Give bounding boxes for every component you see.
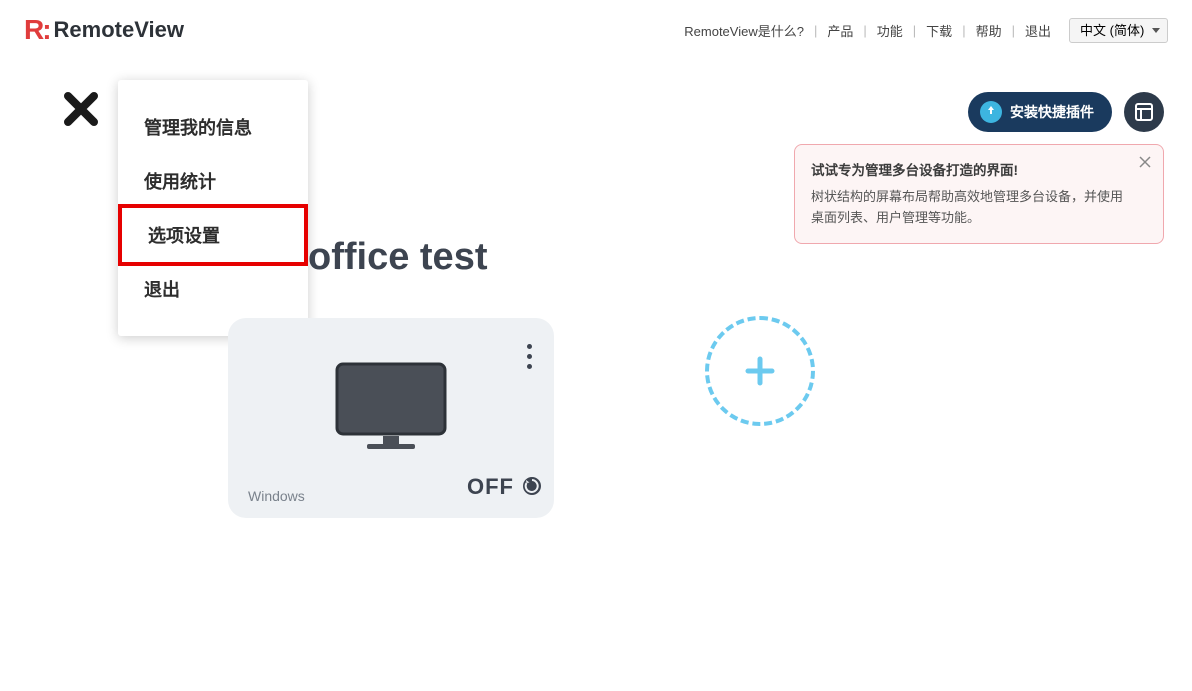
device-more-button[interactable] xyxy=(527,344,532,369)
nav-logout[interactable]: 退出 xyxy=(1025,21,1051,40)
logo[interactable]: R: RemoteView xyxy=(24,14,184,46)
nav-features[interactable]: 功能 xyxy=(877,21,903,40)
settings-dropdown: 管理我的信息 使用统计 选项设置 退出 xyxy=(118,80,308,336)
header: R: RemoteView RemoteView是什么?| 产品| 功能| 下载… xyxy=(0,0,1192,60)
install-plugin-label: 安装快捷插件 xyxy=(1010,102,1094,122)
nav-what-is[interactable]: RemoteView是什么? xyxy=(684,21,804,40)
dropdown-option-settings[interactable]: 选项设置 xyxy=(118,204,308,266)
dropdown-usage-stats[interactable]: 使用统计 xyxy=(118,154,308,208)
device-os-label: Windows xyxy=(248,488,305,504)
install-plugin-button[interactable]: 安装快捷插件 xyxy=(968,92,1112,132)
nav-product[interactable]: 产品 xyxy=(827,21,853,40)
layout-panel-button[interactable] xyxy=(1124,92,1164,132)
dropdown-manage-info[interactable]: 管理我的信息 xyxy=(118,100,308,154)
layout-icon xyxy=(1134,102,1154,122)
tip-body: 树状结构的屏幕布局帮助高效地管理多台设备，并使用桌面列表、用户管理等功能。 xyxy=(811,187,1127,229)
device-card[interactable]: Windows OFF xyxy=(228,318,554,518)
language-selector-wrap: 中文 (简体) xyxy=(1069,18,1168,43)
logo-text: RemoteView xyxy=(54,17,184,43)
dropdown-logout[interactable]: 退出 xyxy=(118,262,308,316)
logo-mark-icon: R: xyxy=(24,14,50,46)
tip-close-button[interactable] xyxy=(1139,155,1151,173)
plugin-icon xyxy=(980,101,1002,123)
add-device-button[interactable] xyxy=(705,316,815,426)
page-title: office test xyxy=(308,236,487,279)
close-icon xyxy=(62,90,100,128)
close-icon xyxy=(1139,156,1151,168)
tip-card: 试试专为管理多台设备打造的界面! 树状结构的屏幕布局帮助高效地管理多台设备，并使… xyxy=(794,144,1164,244)
device-state-label: OFF xyxy=(467,474,514,500)
toolbar-right: 安装快捷插件 xyxy=(968,92,1164,132)
nav-download[interactable]: 下载 xyxy=(926,21,952,40)
tip-title: 试试专为管理多台设备打造的界面! xyxy=(811,159,1127,179)
refresh-icon[interactable] xyxy=(522,476,542,496)
language-selector[interactable]: 中文 (简体) xyxy=(1069,18,1168,43)
menu-close-button[interactable] xyxy=(62,90,100,133)
plus-icon xyxy=(743,354,777,388)
monitor-icon xyxy=(331,358,451,458)
top-nav: RemoteView是什么?| 产品| 功能| 下载| 帮助| 退出 中文 (简… xyxy=(684,18,1168,43)
nav-help[interactable]: 帮助 xyxy=(976,21,1002,40)
